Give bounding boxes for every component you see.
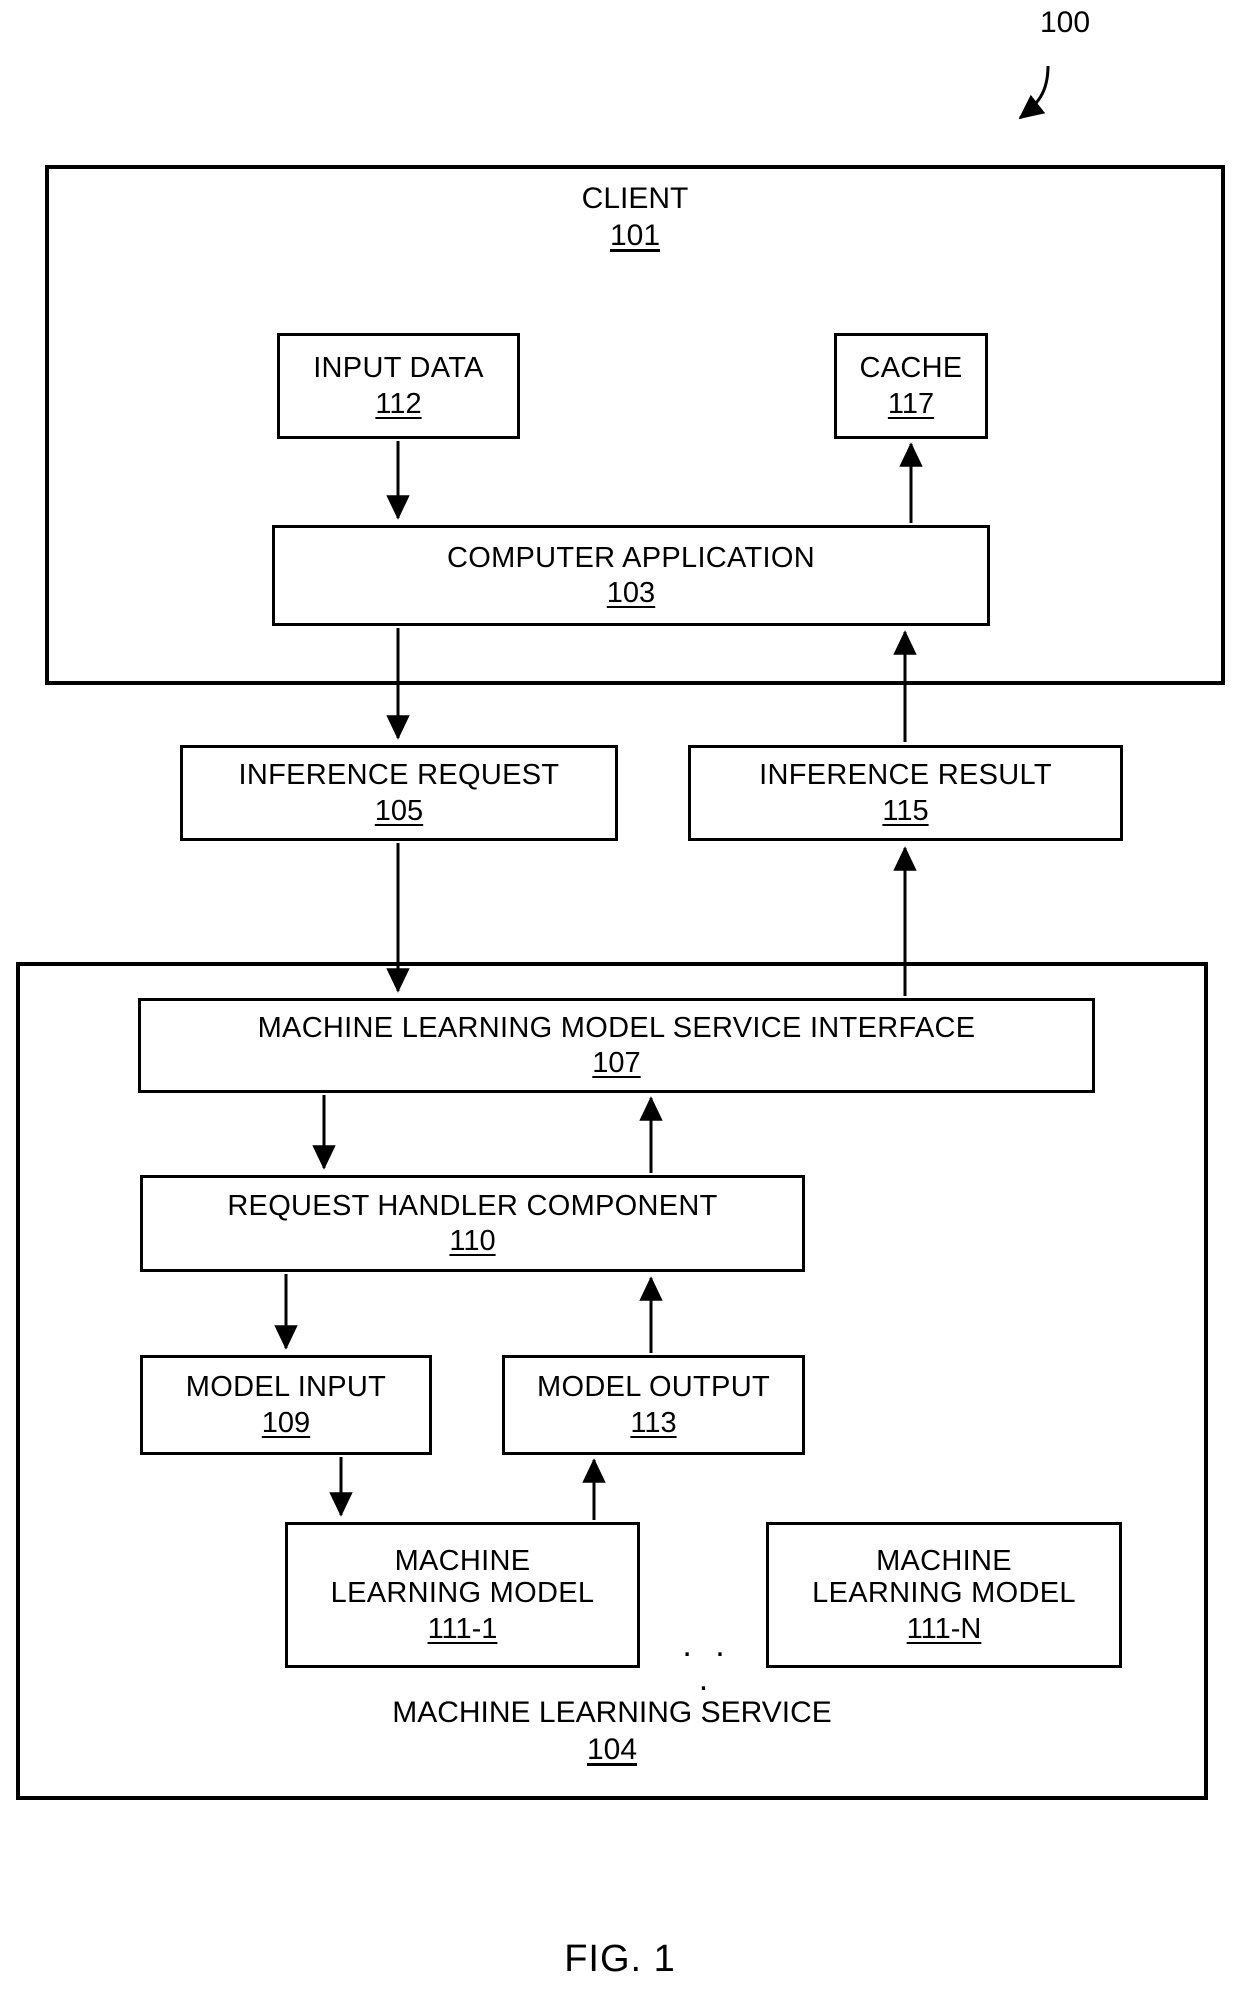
- input-data-title: INPUT DATA: [313, 352, 484, 385]
- machine-learning-model-1-ref: 111-1: [427, 1612, 498, 1645]
- computer-application-ref: 103: [606, 577, 656, 609]
- request-handler-component-title: REQUEST HANDLER COMPONENT: [227, 1189, 718, 1222]
- model-input-box: MODEL INPUT 109: [140, 1355, 432, 1455]
- figure-caption: FIG. 1: [564, 1938, 676, 1980]
- ml-model-service-interface-ref: 107: [592, 1047, 641, 1079]
- request-handler-component-ref: 110: [449, 1225, 496, 1257]
- machine-learning-model-n-ref: 111-N: [906, 1612, 982, 1645]
- inference-result-title: INFERENCE RESULT: [759, 759, 1052, 792]
- model-input-title: MODEL INPUT: [185, 1371, 387, 1404]
- input-data-box: INPUT DATA 112: [277, 333, 520, 439]
- inference-request-title: INFERENCE REQUEST: [238, 759, 560, 792]
- model-input-ref: 109: [261, 1406, 311, 1439]
- machine-learning-service-title: MACHINE LEARNING SERVICE: [392, 1696, 832, 1729]
- ml-model-service-interface-box: MACHINE LEARNING MODEL SERVICE INTERFACE…: [138, 998, 1095, 1093]
- input-data-ref: 112: [375, 387, 422, 420]
- request-handler-component-box: REQUEST HANDLER COMPONENT 110: [140, 1175, 805, 1272]
- cache-box: CACHE 117: [834, 333, 988, 439]
- machine-learning-model-n-title: MACHINE LEARNING MODEL: [812, 1544, 1076, 1610]
- machine-learning-service-label: MACHINE LEARNING SERVICE 104: [16, 1696, 1208, 1766]
- machine-learning-model-1-title: MACHINE LEARNING MODEL: [330, 1544, 595, 1610]
- cache-title: CACHE: [859, 352, 963, 385]
- computer-application-box: COMPUTER APPLICATION 103: [272, 525, 990, 626]
- client-label: CLIENT 101: [45, 182, 1225, 252]
- model-output-box: MODEL OUTPUT 113: [502, 1355, 805, 1455]
- cache-ref: 117: [887, 387, 935, 420]
- inference-result-box: INFERENCE RESULT 115: [688, 745, 1123, 841]
- inference-request-box: INFERENCE REQUEST 105: [180, 745, 618, 841]
- inference-request-ref: 105: [374, 794, 424, 827]
- machine-learning-service-ref: 104: [586, 1732, 638, 1766]
- computer-application-title: COMPUTER APPLICATION: [446, 541, 816, 574]
- models-ellipsis: . . .: [682, 1626, 732, 1698]
- figure-canvas: 100 CLIENT 101 INPUT DATA 112 CACHE 117 …: [0, 0, 1240, 2007]
- machine-learning-model-n-box: MACHINE LEARNING MODEL 111-N: [766, 1522, 1122, 1668]
- ml-model-service-interface-title: MACHINE LEARNING MODEL SERVICE INTERFACE: [257, 1011, 976, 1044]
- machine-learning-model-1-box: MACHINE LEARNING MODEL 111-1: [285, 1522, 640, 1668]
- figure-reference-numeral: 100: [1040, 6, 1091, 39]
- client-title: CLIENT: [581, 182, 689, 215]
- model-output-ref: 113: [630, 1406, 677, 1439]
- client-ref: 101: [609, 218, 661, 252]
- model-output-title: MODEL OUTPUT: [537, 1371, 770, 1404]
- inference-result-ref: 115: [882, 794, 929, 827]
